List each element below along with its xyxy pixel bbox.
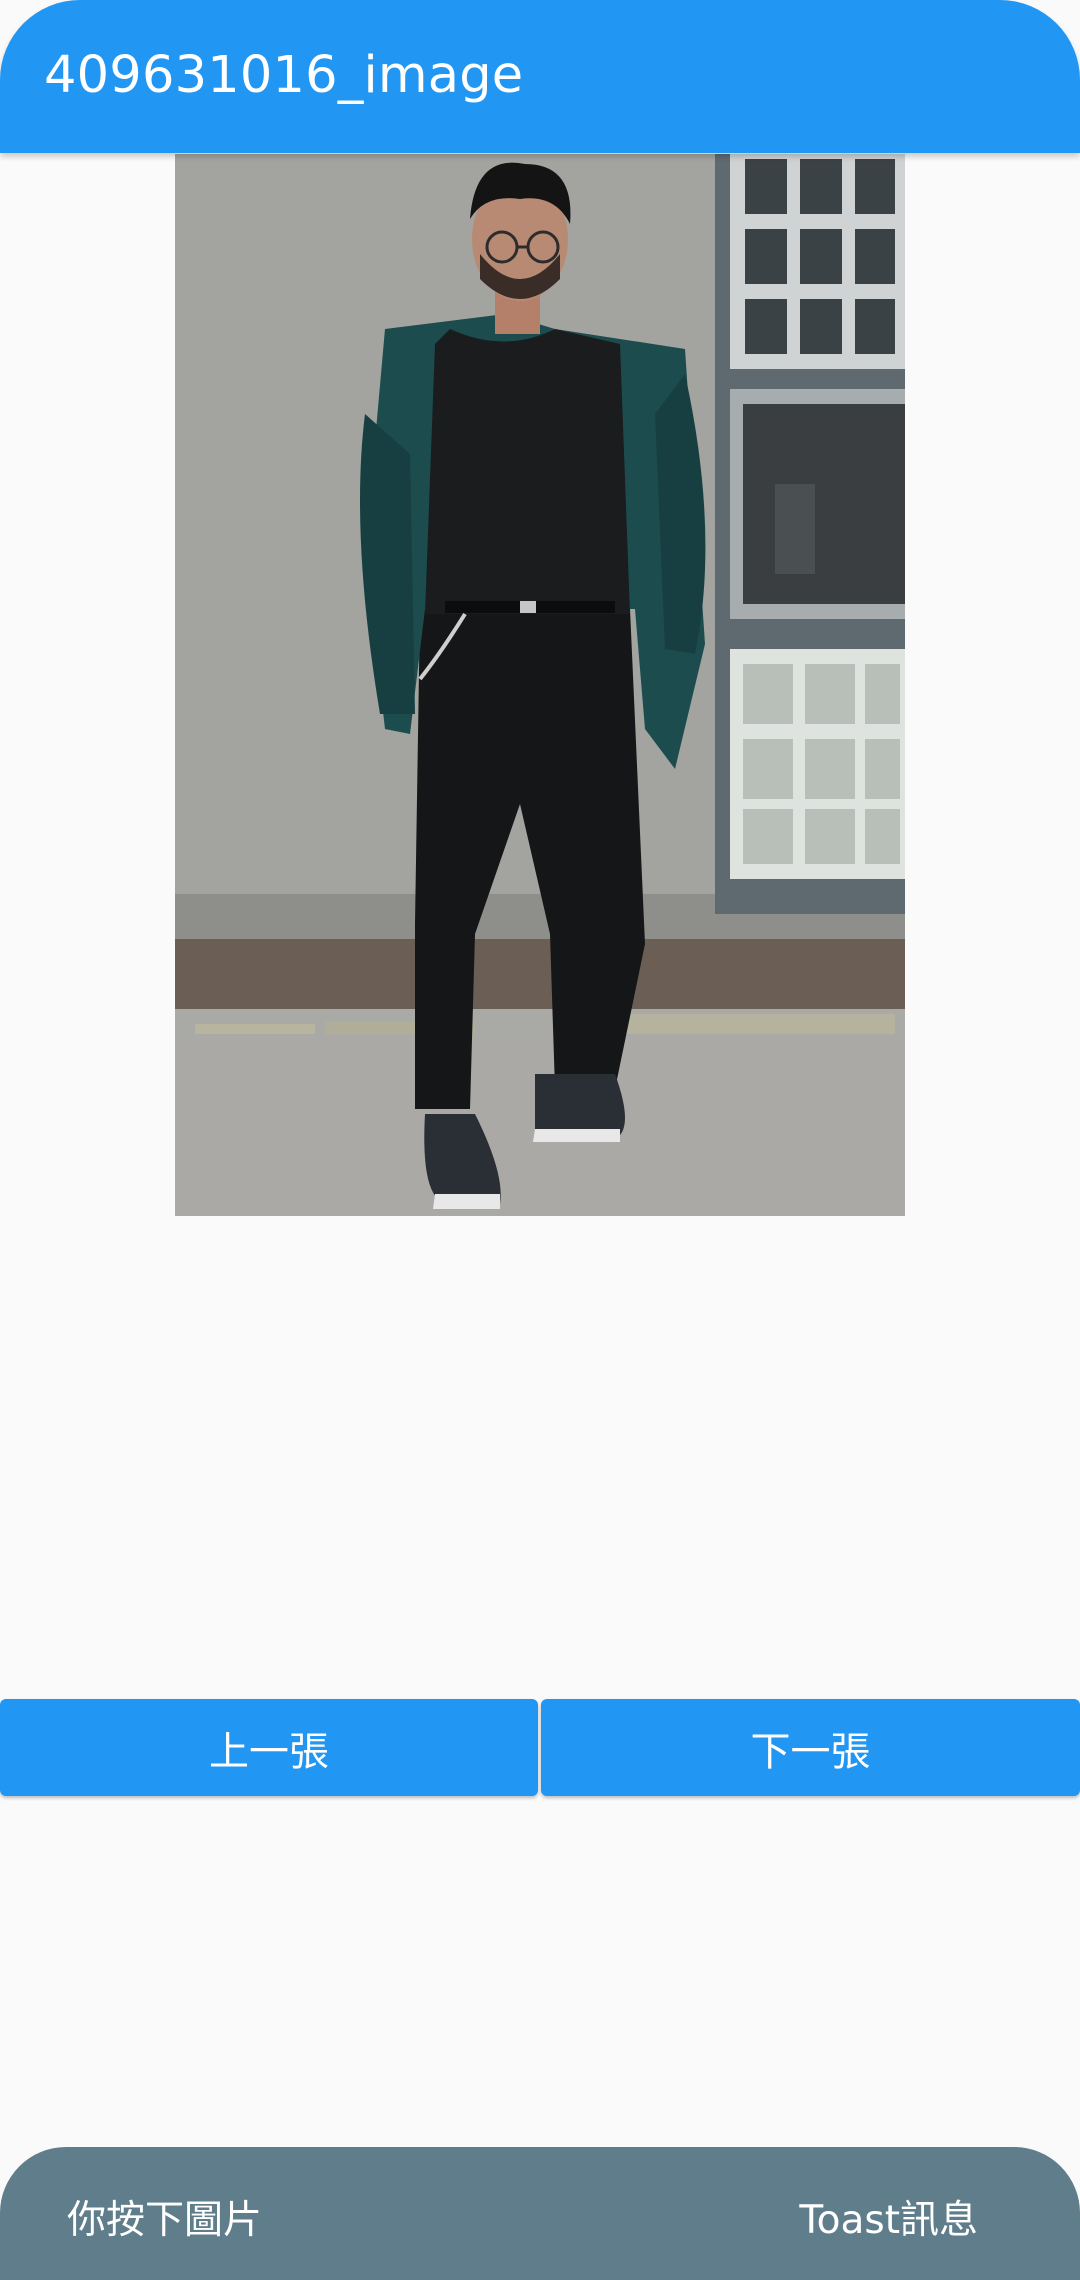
toast-title-text: Toast訊息 <box>799 2198 978 2243</box>
displayed-image[interactable] <box>175 154 905 1216</box>
photo-of-person-icon <box>175 154 905 1216</box>
previous-button-label: 上一張 <box>209 1728 329 1775</box>
app-bar: 409631016_image <box>0 0 1080 153</box>
toast-status-text: 你按下圖片 <box>67 2198 263 2243</box>
toast-message-bar: 你按下圖片 Toast訊息 <box>0 2147 1080 2280</box>
previous-button[interactable]: 上一張 <box>0 1699 538 1796</box>
next-button-label: 下一張 <box>750 1728 871 1775</box>
app-title: 409631016_image <box>44 46 524 105</box>
next-button[interactable]: 下一張 <box>541 1699 1080 1796</box>
